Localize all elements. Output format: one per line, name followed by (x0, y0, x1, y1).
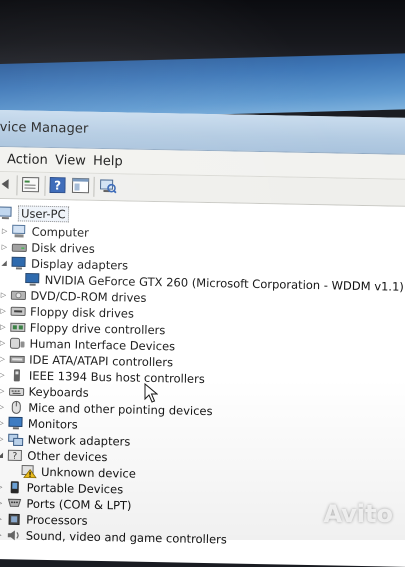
tree-item-label: Portable Devices (27, 481, 124, 497)
tree-item-label: IDE ATA/ATAPI controllers (29, 353, 173, 370)
expand-arrow-icon[interactable]: ▷ (0, 515, 4, 523)
back-icon[interactable] (0, 175, 15, 193)
tree-item-label: Network adapters (28, 433, 131, 449)
tree-item-label: Monitors (28, 417, 78, 432)
tree-item-other-devices[interactable]: ◢ ? Other devices (0, 447, 108, 465)
processor-icon (6, 512, 22, 526)
svg-text:?: ? (54, 179, 61, 193)
floppy-controller-icon (10, 320, 26, 334)
properties-icon[interactable] (20, 175, 40, 193)
computer-icon (12, 224, 28, 238)
svg-text:!: ! (28, 471, 31, 479)
hid-icon (9, 336, 25, 350)
expand-arrow-icon[interactable]: ▷ (0, 243, 9, 251)
expand-arrow-icon[interactable]: ▷ (0, 227, 10, 235)
expand-arrow-icon[interactable]: ▷ (0, 419, 6, 427)
mouse-cursor-icon (144, 383, 158, 403)
expand-arrow-icon[interactable]: ▷ (0, 323, 8, 331)
help-icon[interactable]: ? (47, 176, 67, 194)
tree-item-label: Human Interface Devices (29, 337, 175, 354)
avito-watermark: Avito (289, 500, 393, 528)
toolbar-separator (44, 176, 45, 196)
expand-arrow-icon[interactable]: ▷ (0, 339, 8, 347)
tree-item-sound-video-and-game-controllers[interactable]: ▷ Sound, video and game controllers (0, 527, 227, 547)
tree-item-label: Floppy drive controllers (30, 321, 166, 338)
tree-item-label: Disk drives (31, 241, 95, 256)
menu-action[interactable]: Action (7, 152, 48, 168)
ieee1394-icon (9, 368, 25, 382)
menu-help[interactable]: Help (93, 154, 123, 170)
expand-arrow-icon[interactable]: ▷ (0, 355, 7, 363)
tree-item-label: Processors (26, 513, 88, 528)
tree-item-processors[interactable]: ▷ Processors (0, 511, 88, 529)
toolbar-separator (16, 175, 17, 195)
expand-arrow-icon[interactable]: ▷ (0, 371, 7, 379)
expand-arrow-icon[interactable]: ▷ (0, 403, 6, 411)
tree-item-label: Ports (COM & LPT) (26, 497, 131, 513)
collapse-arrow-icon[interactable]: ◢ (0, 259, 9, 267)
monitor-icon (8, 416, 24, 430)
network-adapter-icon (8, 432, 24, 446)
desktop-background (0, 53, 405, 120)
avito-logo-icon (289, 501, 319, 527)
expand-arrow-icon[interactable]: ▷ (0, 291, 9, 299)
svg-text:?: ? (12, 452, 17, 462)
disk-drive-icon (11, 240, 27, 254)
window-title: vice Manager (0, 120, 89, 137)
tree-root[interactable]: User-PC (0, 205, 69, 222)
tree-item-label: DVD/CD-ROM drives (30, 289, 146, 305)
portable-device-icon (7, 480, 23, 494)
tree-item-label: Computer (32, 225, 89, 240)
tree-item-computer[interactable]: ▷ Computer (0, 223, 89, 241)
toolbar-separator (93, 177, 94, 197)
expand-arrow-icon[interactable]: ▷ (0, 483, 5, 491)
watermark-text: Avito (323, 500, 393, 528)
tree-item-label: Floppy disk drives (30, 305, 134, 321)
expand-arrow-icon[interactable]: ▷ (0, 531, 4, 539)
tree-item-label: Display adapters (31, 257, 128, 273)
expand-arrow-icon[interactable]: ▷ (0, 499, 5, 507)
ide-controller-icon (9, 352, 25, 366)
tree-item-monitors[interactable]: ▷ Monitors (0, 415, 78, 433)
tree-item-disk-drives[interactable]: ▷ Disk drives (0, 239, 95, 257)
tree-item-label: Sound, video and game controllers (26, 529, 227, 547)
device-manager-window: vice Manager Action View Help ? (0, 110, 405, 558)
tree-item-label: Keyboards (28, 385, 88, 400)
computer-name: User-PC (18, 205, 69, 222)
sound-icon (6, 528, 22, 542)
display-adapter-icon (11, 256, 27, 270)
tree-item-label: Other devices (27, 449, 107, 465)
display-adapter-icon (25, 273, 41, 287)
pc-icon (0, 206, 14, 220)
expand-arrow-icon[interactable]: ▷ (0, 307, 8, 315)
collapse-arrow-icon[interactable]: ◢ (0, 451, 5, 459)
dvd-drive-icon (10, 288, 26, 302)
tree-item-keyboards[interactable]: ▷ Keyboards (0, 383, 89, 401)
keyboard-icon (8, 384, 24, 398)
port-icon (6, 496, 22, 510)
menu-view[interactable]: View (55, 153, 86, 169)
scan-hardware-icon[interactable] (97, 177, 117, 195)
tree-item-label: Unknown device (41, 465, 136, 481)
other-devices-icon: ? (7, 448, 23, 462)
warning-device-icon: ! (21, 464, 37, 478)
expand-arrow-icon[interactable]: ▷ (0, 387, 7, 395)
tree-item-display-adapters[interactable]: ◢ Display adapters (0, 255, 128, 273)
mouse-icon (8, 400, 24, 414)
view-icon[interactable] (70, 176, 90, 194)
expand-arrow-icon[interactable]: ▷ (0, 435, 6, 443)
floppy-icon (10, 304, 26, 318)
